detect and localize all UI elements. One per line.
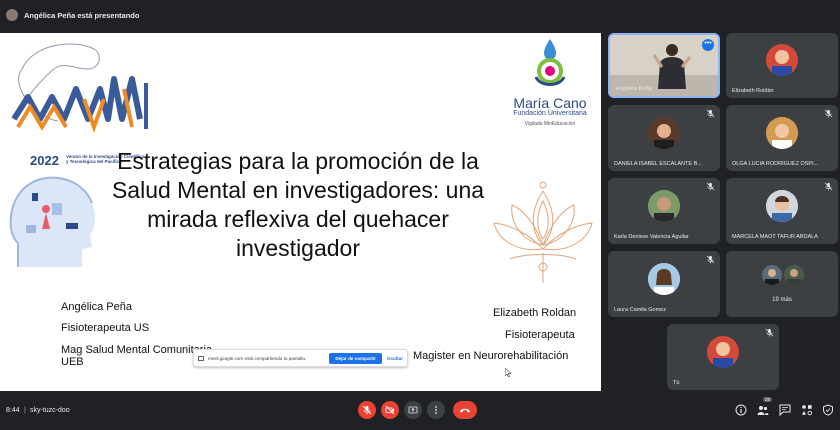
share-notice: meet.google.com está compartiendo tu pan…: [193, 349, 408, 367]
avatar: [766, 116, 798, 149]
participant-tile-pinned[interactable]: ••• Angélica Peña: [608, 33, 720, 98]
mic-toggle-button[interactable]: [358, 401, 376, 419]
more-options-icon[interactable]: •••: [702, 39, 714, 51]
participant-tile[interactable]: Karla Denisse Valencia Aguilar: [608, 178, 720, 244]
screen-share-icon: [198, 355, 204, 361]
avatar: [766, 44, 798, 77]
stop-sharing-button[interactable]: Dejar de compartir: [329, 352, 382, 364]
activities-icon[interactable]: [801, 404, 813, 416]
separator: |: [24, 407, 26, 414]
avatar: [762, 265, 782, 285]
participant-tile[interactable]: DANIELA ISABEL ESCALANTE B...: [608, 105, 720, 171]
more-vert-icon: [435, 406, 437, 414]
avatar: [784, 265, 804, 285]
presenter-bar: Angélica Peña está presentando: [0, 0, 840, 30]
title-line: mirada reflexiva del quehacer: [147, 206, 449, 232]
leave-call-button[interactable]: [453, 401, 477, 419]
participant-tile[interactable]: OLGA LUCIA RODRIGUEZ OSPI...: [726, 105, 838, 171]
participant-tile-more[interactable]: 19 más: [726, 251, 838, 317]
avatar: [707, 335, 739, 368]
chat-icon[interactable]: [779, 404, 791, 416]
speaker-right-role: Fisioterapeuta: [505, 329, 575, 341]
hide-notice-button[interactable]: Ocultar: [387, 356, 403, 361]
participant-name: MARCELA MAOT TAFUR ABDALA: [732, 234, 818, 240]
present-icon: [408, 406, 418, 414]
speaker-right-name: Elizabeth Roldan: [493, 307, 577, 319]
people-icon[interactable]: [757, 404, 769, 416]
participant-count-badge: 28: [763, 397, 773, 402]
participant-name: Karla Denisse Valencia Aguilar: [614, 234, 689, 240]
presenter-avatar: [6, 9, 18, 21]
participant-name: Tú: [673, 380, 680, 386]
avatar: [766, 189, 798, 222]
speaker-right-degree: Magister en Neurorehabilitación: [413, 350, 569, 362]
org-supervision: Vigilada MinEducación: [524, 121, 576, 127]
participant-name: Laura Camila Gomez: [614, 307, 666, 313]
host-controls-icon[interactable]: [822, 404, 834, 416]
speaker-left-university: UEB: [61, 356, 84, 368]
more-options-button[interactable]: [427, 401, 445, 419]
meeting-code: sky-tuzc-doo: [30, 407, 70, 414]
participant-tile[interactable]: Elizabeth Roldán: [726, 33, 838, 98]
meeting-controls-bar: 8:44 | sky-tuzc-doo 28: [0, 394, 840, 430]
org-name: María Cano: [513, 95, 587, 111]
participant-tile[interactable]: Laura Camila Gomez: [608, 251, 720, 317]
participant-tile[interactable]: MARCELA MAOT TAFUR ABDALA: [726, 178, 838, 244]
info-icon[interactable]: [735, 404, 747, 416]
speaker-left-role: Fisioterapeuta US: [61, 322, 150, 334]
participant-name: OLGA LUCIA RODRIGUEZ OSPI...: [732, 161, 819, 167]
avatar: [648, 262, 680, 295]
avatar: [648, 189, 680, 222]
mic-off-icon: [706, 255, 715, 264]
participant-name: Angélica Peña: [616, 86, 652, 92]
shared-screen: 2022 Verano de la Investigación Científi…: [0, 33, 601, 391]
mic-off-icon: [824, 109, 833, 118]
participant-name: DANIELA ISABEL ESCALANTE B...: [614, 161, 702, 167]
mic-off-icon: [824, 182, 833, 191]
avatar: [648, 116, 680, 149]
mic-off-icon: [362, 405, 372, 415]
speaker-left-degree: Mag Salud Mental Comunitaria: [61, 344, 213, 356]
title-line: Salud Mental en investigadores: una: [111, 177, 485, 203]
speaker-left-name: Angélica Peña: [61, 301, 132, 313]
participant-tile-self[interactable]: Tú: [667, 324, 779, 390]
participant-name: Elizabeth Roldán: [732, 88, 774, 94]
mic-off-icon: [706, 109, 715, 118]
title-line: Estrategias para la promoción de la: [117, 148, 479, 174]
presenting-text: Angélica Peña está presentando: [24, 10, 140, 20]
present-screen-button[interactable]: [404, 401, 422, 419]
camera-toggle-button[interactable]: [381, 401, 399, 419]
title-line: investigador: [235, 235, 361, 261]
slide-title: Estrategias para la promoción de la Salu…: [96, 147, 500, 263]
clock-time: 8:44: [6, 407, 20, 414]
mic-off-icon: [765, 328, 774, 337]
org-emblem-icon: [534, 39, 566, 86]
hang-up-icon: [460, 408, 470, 413]
head-illustration: [9, 176, 96, 267]
org-logo: María Cano Fundación Universitaria Vigil…: [508, 37, 592, 155]
mic-off-icon: [706, 182, 715, 191]
more-participants-label: 19 más: [772, 297, 792, 303]
share-notice-text: meet.google.com está compartiendo tu pan…: [208, 355, 307, 361]
lotus-illustration: [493, 181, 593, 283]
camera-off-icon: [385, 405, 395, 415]
org-subtitle: Fundación Universitaria: [513, 110, 587, 117]
mouse-cursor-icon: [505, 368, 511, 377]
